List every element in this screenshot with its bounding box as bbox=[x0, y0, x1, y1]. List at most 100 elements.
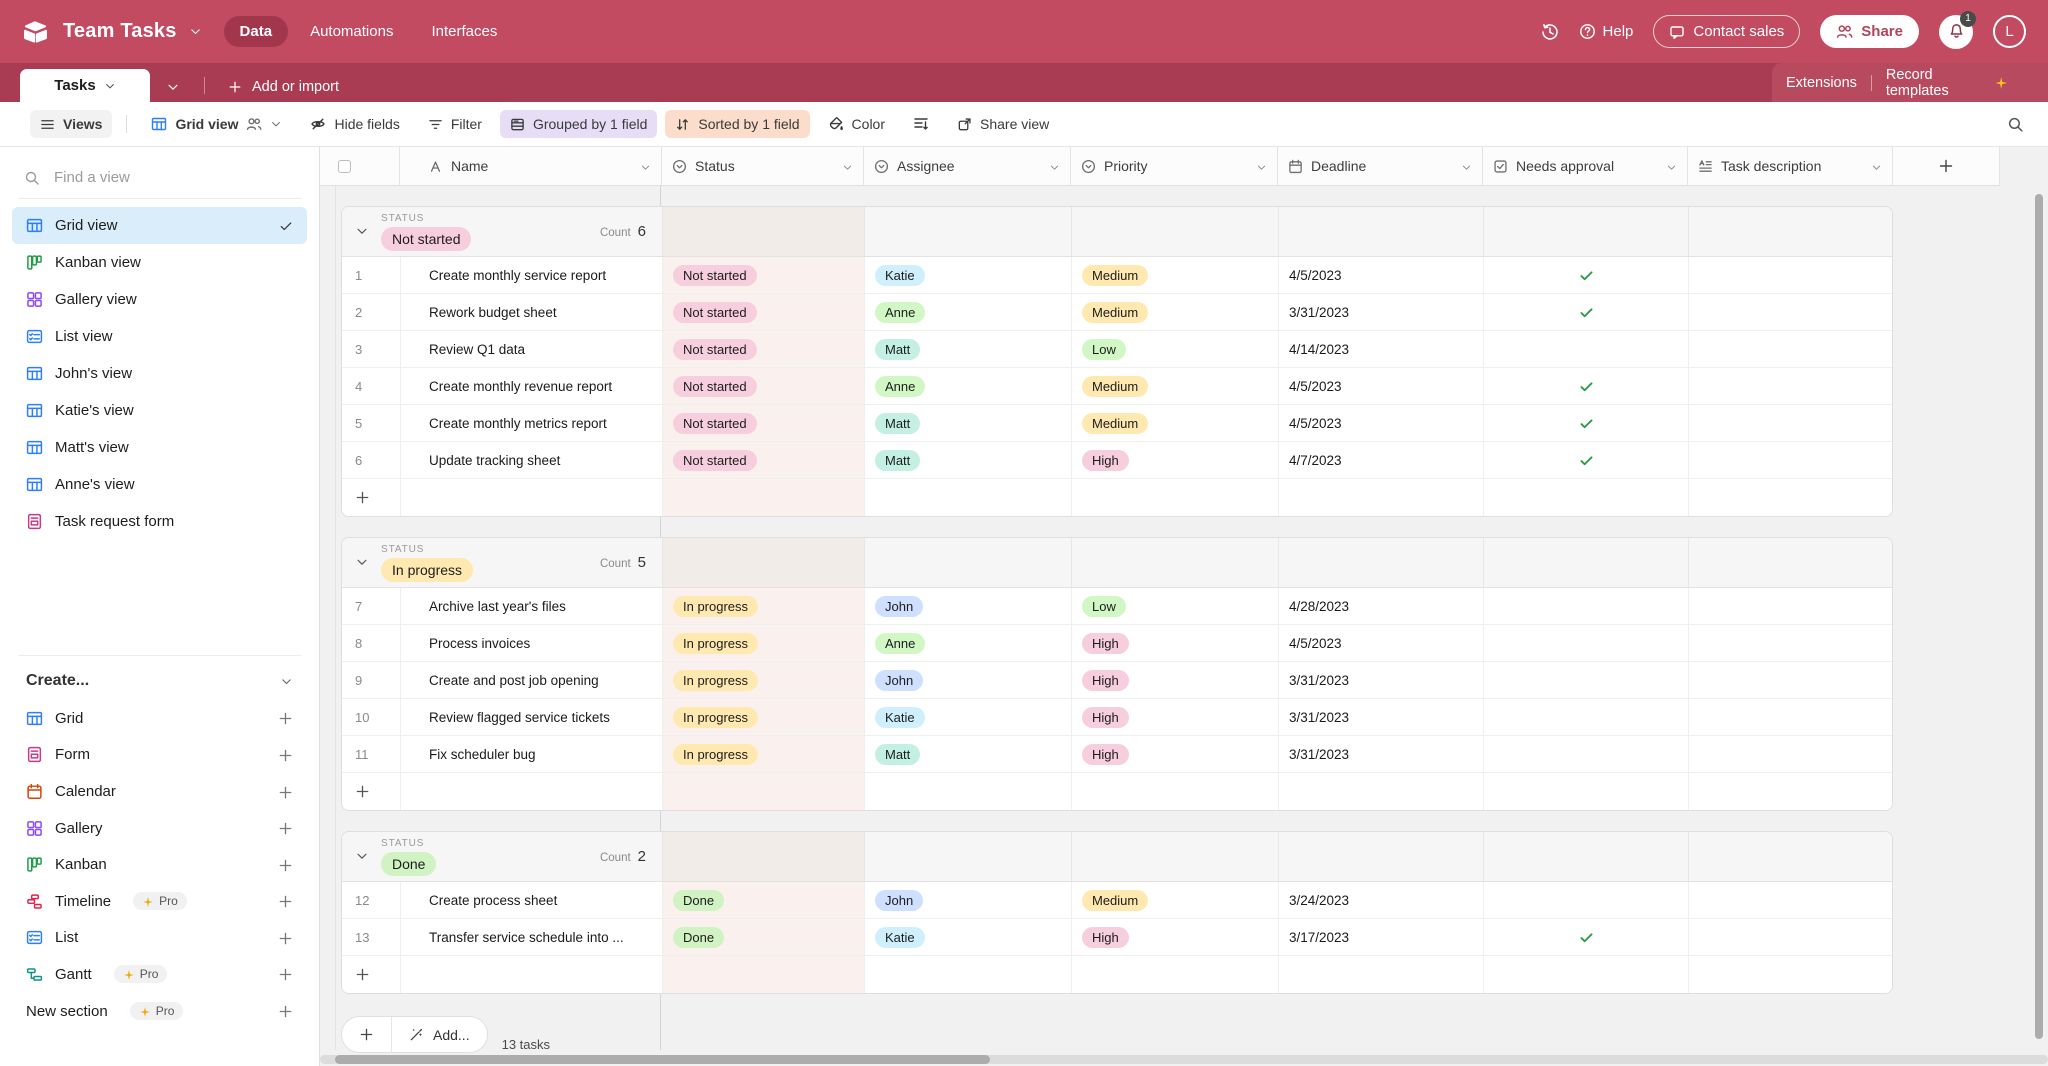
sidebar-view-list-view[interactable]: List view bbox=[12, 318, 307, 355]
cell-status[interactable]: In progress bbox=[663, 736, 865, 772]
cell-needs-approval[interactable] bbox=[1484, 588, 1689, 624]
group-value-pill[interactable]: Done bbox=[381, 852, 436, 876]
cell-priority[interactable]: High bbox=[1072, 442, 1279, 478]
collapse-group-button[interactable] bbox=[355, 554, 369, 572]
color-button[interactable]: Color bbox=[818, 110, 895, 138]
cell-name[interactable]: Review flagged service tickets bbox=[401, 699, 663, 735]
cell-needs-approval[interactable] bbox=[1484, 294, 1689, 330]
cell-priority[interactable]: High bbox=[1072, 699, 1279, 735]
avatar[interactable]: L bbox=[1993, 15, 2026, 48]
table-list-chevron-down-icon[interactable] bbox=[166, 80, 180, 94]
cell-task-description[interactable] bbox=[1689, 331, 1893, 367]
column-header-assignee[interactable]: Assignee bbox=[864, 147, 1071, 185]
cell-name[interactable]: Create and post job opening bbox=[401, 662, 663, 698]
cell-priority[interactable]: Medium bbox=[1072, 294, 1279, 330]
cell-status[interactable]: Not started bbox=[663, 368, 865, 404]
cell-deadline[interactable]: 4/5/2023 bbox=[1279, 257, 1484, 293]
cell-priority[interactable]: Medium bbox=[1072, 257, 1279, 293]
cell-deadline[interactable]: 3/31/2023 bbox=[1279, 662, 1484, 698]
sidebar-view-task-request-form[interactable]: Task request form bbox=[12, 503, 307, 540]
help-button[interactable]: Help bbox=[1579, 23, 1634, 40]
create-grid-button[interactable]: Grid bbox=[12, 700, 307, 737]
cell-deadline[interactable]: 3/31/2023 bbox=[1279, 294, 1484, 330]
group-button[interactable]: Grouped by 1 field bbox=[500, 110, 657, 138]
cell-assignee[interactable]: John bbox=[865, 882, 1072, 918]
share-view-button[interactable]: Share view bbox=[947, 110, 1059, 138]
table-tab-tasks[interactable]: Tasks bbox=[20, 69, 150, 102]
filter-button[interactable]: Filter bbox=[418, 110, 492, 138]
record-templates-button[interactable]: Record templates bbox=[1872, 67, 2022, 99]
cell-name[interactable]: Fix scheduler bug bbox=[401, 736, 663, 772]
add-record-row[interactable] bbox=[342, 479, 1892, 516]
cell-needs-approval[interactable] bbox=[1484, 736, 1689, 772]
cell-task-description[interactable] bbox=[1689, 919, 1893, 955]
sidebar-view-anne-s-view[interactable]: Anne's view bbox=[12, 466, 307, 503]
vertical-scrollbar-thumb[interactable] bbox=[2035, 194, 2043, 1039]
select-all-checkbox[interactable] bbox=[338, 160, 351, 173]
cell-name[interactable]: Update tracking sheet bbox=[401, 442, 663, 478]
collapse-group-button[interactable] bbox=[355, 848, 369, 866]
column-header-priority[interactable]: Priority bbox=[1071, 147, 1278, 185]
cell-status[interactable]: Not started bbox=[663, 405, 865, 441]
cell-name[interactable]: Create monthly revenue report bbox=[401, 368, 663, 404]
group-value-pill[interactable]: Not started bbox=[381, 227, 471, 251]
cell-task-description[interactable] bbox=[1689, 699, 1893, 735]
cell-deadline[interactable]: 4/5/2023 bbox=[1279, 625, 1484, 661]
cell-deadline[interactable]: 3/31/2023 bbox=[1279, 699, 1484, 735]
cell-name[interactable]: Create monthly metrics report bbox=[401, 405, 663, 441]
add-field-button[interactable] bbox=[1893, 147, 2000, 185]
cell-needs-approval[interactable] bbox=[1484, 405, 1689, 441]
plus-icon[interactable] bbox=[278, 929, 293, 946]
cell-status[interactable]: Not started bbox=[663, 257, 865, 293]
cell-status[interactable]: Not started bbox=[663, 442, 865, 478]
plus-icon[interactable] bbox=[278, 783, 293, 800]
create-heading[interactable]: Create... bbox=[12, 656, 307, 700]
add-record-button[interactable] bbox=[342, 1017, 391, 1052]
sidebar-view-john-s-view[interactable]: John's view bbox=[12, 355, 307, 392]
cell-assignee[interactable]: Katie bbox=[865, 257, 1072, 293]
search-button[interactable] bbox=[1997, 110, 2034, 139]
plus-icon[interactable] bbox=[278, 1003, 293, 1020]
column-header-deadline[interactable]: Deadline bbox=[1278, 147, 1483, 185]
add-with-ai-button[interactable]: Add... bbox=[391, 1017, 487, 1052]
sidebar-view-matt-s-view[interactable]: Matt's view bbox=[12, 429, 307, 466]
plus-icon[interactable] bbox=[278, 893, 293, 910]
extensions-button[interactable]: Extensions bbox=[1772, 75, 1871, 91]
column-header-status[interactable]: Status bbox=[662, 147, 864, 185]
cell-deadline[interactable]: 3/31/2023 bbox=[1279, 736, 1484, 772]
cell-priority[interactable]: Medium bbox=[1072, 405, 1279, 441]
cell-needs-approval[interactable] bbox=[1484, 368, 1689, 404]
plus-icon[interactable] bbox=[278, 966, 293, 983]
cell-name[interactable]: Create monthly service report bbox=[401, 257, 663, 293]
cell-needs-approval[interactable] bbox=[1484, 882, 1689, 918]
cell-assignee[interactable]: John bbox=[865, 662, 1072, 698]
find-view-input[interactable] bbox=[54, 169, 254, 186]
cell-priority[interactable]: High bbox=[1072, 919, 1279, 955]
cell-task-description[interactable] bbox=[1689, 294, 1893, 330]
cell-needs-approval[interactable] bbox=[1484, 442, 1689, 478]
cell-priority[interactable]: High bbox=[1072, 662, 1279, 698]
cell-status[interactable]: In progress bbox=[663, 699, 865, 735]
add-or-import-button[interactable]: Add or import bbox=[228, 79, 339, 95]
cell-assignee[interactable]: Matt bbox=[865, 405, 1072, 441]
grid-view-switcher-button[interactable]: Grid view bbox=[141, 110, 292, 138]
cell-priority[interactable]: Medium bbox=[1072, 368, 1279, 404]
cell-name[interactable]: Review Q1 data bbox=[401, 331, 663, 367]
notifications-button[interactable]: 1 bbox=[1939, 15, 1973, 49]
cell-assignee[interactable]: Katie bbox=[865, 699, 1072, 735]
cell-task-description[interactable] bbox=[1689, 882, 1893, 918]
cell-priority[interactable]: High bbox=[1072, 736, 1279, 772]
cell-deadline[interactable]: 4/14/2023 bbox=[1279, 331, 1484, 367]
cell-assignee[interactable]: Anne bbox=[865, 625, 1072, 661]
create-list-button[interactable]: List bbox=[12, 920, 307, 957]
column-header-name[interactable]: Name bbox=[400, 147, 662, 185]
sidebar-view-grid-view[interactable]: Grid view bbox=[12, 207, 307, 244]
cell-status[interactable]: In progress bbox=[663, 662, 865, 698]
cell-deadline[interactable]: 3/24/2023 bbox=[1279, 882, 1484, 918]
cell-needs-approval[interactable] bbox=[1484, 257, 1689, 293]
create-calendar-button[interactable]: Calendar bbox=[12, 773, 307, 810]
column-header-needs-approval[interactable]: Needs approval bbox=[1483, 147, 1688, 185]
cell-deadline[interactable]: 4/5/2023 bbox=[1279, 368, 1484, 404]
app-title-chevron-down-icon[interactable] bbox=[189, 25, 202, 38]
sidebar-view-gallery-view[interactable]: Gallery view bbox=[12, 281, 307, 318]
